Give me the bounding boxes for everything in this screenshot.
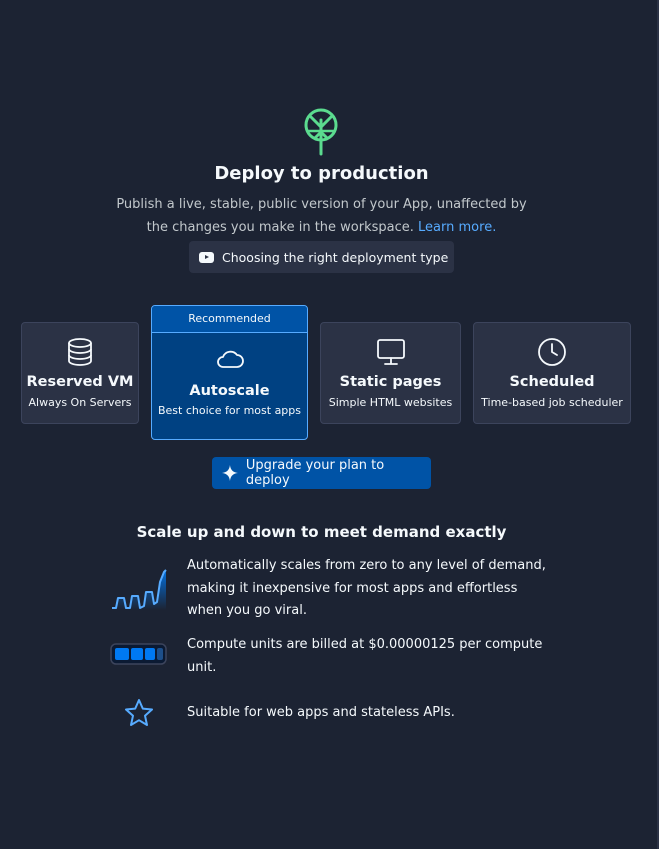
database-icon bbox=[68, 338, 92, 366]
card-scheduled[interactable]: Scheduled Time-based job scheduler bbox=[473, 322, 631, 424]
learn-more-link[interactable]: Learn more. bbox=[418, 220, 496, 235]
star-icon bbox=[125, 699, 153, 726]
battery-icon bbox=[110, 643, 167, 665]
deploy-panel: Deploy to production Publish a live, sta… bbox=[0, 0, 659, 849]
deployment-video-button[interactable]: Choosing the right deployment type bbox=[189, 241, 454, 273]
upgrade-plan-button[interactable]: Upgrade your plan to deploy bbox=[212, 457, 431, 489]
section-title: Scale up and down to meet demand exactly bbox=[136, 523, 507, 541]
card-description: Best choice for most apps bbox=[157, 404, 302, 417]
card-description: Simple HTML websites bbox=[328, 396, 453, 409]
card-name: Autoscale bbox=[189, 383, 270, 399]
page-title: Deploy to production bbox=[214, 163, 429, 184]
card-autoscale[interactable]: Recommended Autoscale Best choice for mo… bbox=[151, 305, 308, 440]
card-name: Reserved VM bbox=[26, 374, 134, 390]
scaling-graph-icon bbox=[112, 569, 167, 610]
monitor-icon bbox=[376, 339, 405, 365]
video-button-label: Choosing the right deployment type bbox=[222, 249, 449, 265]
feature-billing: Compute units are billed at $0.00000125 … bbox=[187, 637, 543, 675]
feature-scaling: Automatically scales from zero to any le… bbox=[187, 558, 546, 618]
card-reserved-vm[interactable]: Reserved VM Always On Servers bbox=[21, 322, 139, 424]
feature-suitable: Suitable for web apps and stateless APIs… bbox=[187, 705, 455, 720]
sparkle-icon bbox=[222, 465, 238, 481]
recommended-badge: Recommended bbox=[152, 306, 307, 333]
page-subtitle: Publish a live, stable, public version o… bbox=[110, 193, 533, 239]
deploy-globe-icon bbox=[304, 108, 338, 156]
youtube-icon bbox=[199, 251, 214, 263]
card-description: Always On Servers bbox=[28, 396, 132, 409]
cloud-icon bbox=[216, 350, 244, 368]
card-description: Time-based job scheduler bbox=[481, 396, 623, 409]
card-name: Static pages bbox=[339, 374, 442, 390]
card-static-pages[interactable]: Static pages Simple HTML websites bbox=[320, 322, 461, 424]
upgrade-button-label: Upgrade your plan to deploy bbox=[245, 458, 385, 488]
clock-icon bbox=[538, 338, 566, 366]
card-name: Scheduled bbox=[509, 374, 595, 390]
